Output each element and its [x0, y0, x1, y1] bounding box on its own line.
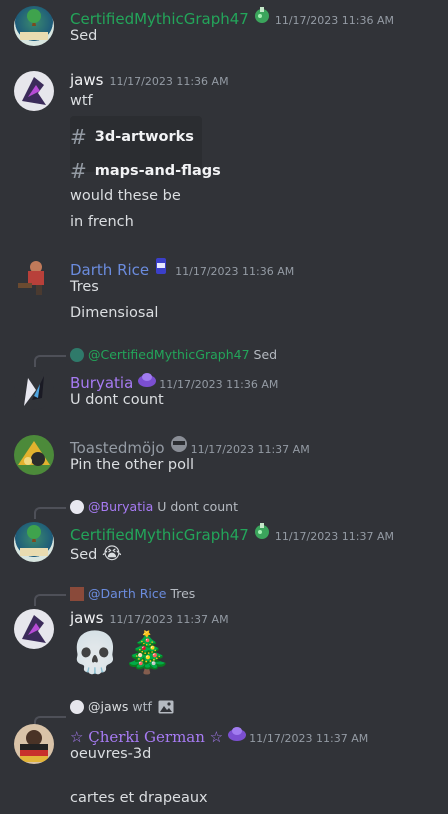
avatar[interactable] — [14, 435, 54, 475]
message-text: cartes et drapeaux — [70, 790, 208, 806]
message-text: Sed — [70, 547, 98, 563]
hash-icon: # — [70, 159, 87, 183]
message-text: wtf — [70, 93, 93, 109]
message-text: Dimensiosal — [70, 305, 159, 321]
username[interactable]: Buryatia — [70, 374, 133, 392]
crying-emoji: 😭 — [101, 544, 122, 564]
avatar — [70, 699, 84, 714]
can-icon — [153, 257, 169, 274]
timestamp: 11/17/2023 11:36 AM — [109, 75, 229, 88]
message-text: would these be — [70, 188, 181, 204]
message-text: Sed — [70, 28, 98, 44]
avatar[interactable] — [14, 71, 54, 111]
username[interactable]: Darth Rice — [70, 261, 149, 279]
avatar — [70, 499, 84, 514]
message-text: oeuvres-3d — [70, 746, 152, 762]
avatar[interactable] — [14, 6, 54, 46]
slime-icon — [137, 370, 157, 387]
timestamp: 11/17/2023 11:36 AM — [274, 14, 394, 27]
reply-mention: @CertifiedMythicGraph47 — [88, 347, 250, 362]
timestamp: 11/17/2023 11:37 AM — [274, 530, 394, 543]
skull-emoji: 💀 — [70, 630, 120, 676]
hash-icon: # — [70, 125, 87, 149]
message-text: Tres — [70, 279, 99, 295]
reply-spine — [34, 355, 66, 367]
username[interactable]: CertifiedMythicGraph47 — [70, 10, 249, 28]
avatar — [70, 347, 84, 362]
reply-mention: @Darth Rice — [88, 586, 167, 601]
reply-spine — [34, 507, 66, 519]
channel-link[interactable]: # maps-and-flags — [70, 159, 221, 183]
avatar — [70, 586, 84, 601]
channel-name: maps-and-flags — [94, 163, 221, 179]
avatar[interactable] — [14, 257, 54, 297]
message-text: U dont count — [70, 392, 164, 408]
message-text: Pin the other poll — [70, 457, 195, 473]
avatar[interactable] — [14, 724, 54, 764]
reply-mention: @Buryatia — [88, 499, 154, 514]
timestamp: 11/17/2023 11:36 AM — [159, 378, 279, 391]
reply-text: Tres — [170, 586, 196, 601]
username[interactable]: CertifiedMythicGraph47 — [70, 526, 249, 544]
reply-preview[interactable]: @CertifiedMythicGraph47 Sed — [70, 347, 277, 362]
username[interactable]: jaws — [70, 71, 103, 89]
reply-preview[interactable]: @Darth Rice Tres — [70, 586, 195, 601]
helmet-icon — [169, 435, 187, 452]
channel-name: 3d-artworks — [94, 129, 194, 145]
potion-icon — [253, 6, 269, 23]
christmas-tree-emoji: 🎄 — [122, 630, 172, 676]
username[interactable]: jaws — [70, 609, 103, 627]
timestamp: 11/17/2023 11:37 AM — [190, 443, 310, 456]
username[interactable]: Toastedmöjo — [70, 439, 165, 457]
reply-preview[interactable]: @Buryatia U dont count — [70, 499, 238, 514]
timestamp: 11/17/2023 11:36 AM — [175, 265, 295, 278]
channel-link[interactable]: # 3d-artworks — [70, 125, 194, 149]
image-icon — [158, 700, 174, 714]
reply-preview[interactable]: @jaws wtf — [70, 699, 174, 714]
avatar[interactable] — [14, 370, 54, 410]
reply-text: U dont count — [157, 499, 239, 514]
reply-text: wtf — [132, 699, 152, 714]
message-text: in french — [70, 214, 134, 230]
reply-spine — [34, 594, 66, 606]
username[interactable]: ☆ Çherki German ☆ — [70, 728, 223, 746]
timestamp: 11/17/2023 11:37 AM — [109, 613, 229, 626]
message-text: Sed 😭 — [70, 544, 122, 564]
timestamp: 11/17/2023 11:37 AM — [249, 732, 369, 745]
slime-icon — [227, 724, 247, 741]
reply-mention: @jaws — [88, 699, 129, 714]
potion-icon — [253, 522, 269, 539]
avatar[interactable] — [14, 522, 54, 562]
avatar[interactable] — [14, 609, 54, 649]
reply-text: Sed — [253, 347, 278, 362]
